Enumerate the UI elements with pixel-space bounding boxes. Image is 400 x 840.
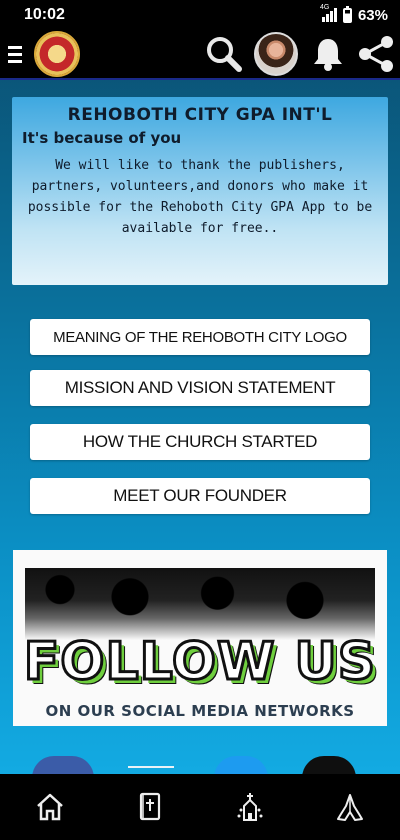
banner-message: We will like to thank the publishers, pa…: [27, 158, 373, 236]
status-time: 10:02: [24, 6, 65, 23]
network-type: 4G: [319, 4, 330, 11]
signal-icon: 4G: [320, 4, 337, 22]
status-bar: 10:02 4G 63%: [0, 0, 400, 30]
church-icon[interactable]: [220, 777, 280, 837]
social-link-button[interactable]: [128, 766, 174, 768]
follow-us-card[interactable]: FOLLOW US ON OUR SOCIAL MEDIA NETWORKS: [13, 550, 387, 726]
mission-vision-button[interactable]: MISSION AND VISION STATEMENT: [30, 370, 370, 406]
praying-hands-icon[interactable]: [320, 777, 380, 837]
follow-us-headline: FOLLOW US: [22, 631, 377, 694]
search-icon[interactable]: [200, 30, 248, 78]
banner-subtitle: It's because of you: [22, 129, 182, 147]
bottom-nav: [0, 774, 400, 840]
share-icon[interactable]: [352, 30, 400, 78]
status-indicators: 4G 63%: [320, 4, 388, 24]
thank-you-banner: REHOBOTH CITY GPA INT'L It's because of …: [12, 97, 388, 285]
logo-meaning-button[interactable]: MEANING OF THE REHOBOTH CITY LOGO: [30, 319, 370, 355]
profile-avatar[interactable]: [254, 32, 298, 76]
church-history-button[interactable]: HOW THE CHURCH STARTED: [30, 424, 370, 460]
home-icon[interactable]: [20, 777, 80, 837]
hamburger-icon[interactable]: [0, 29, 30, 79]
bell-icon[interactable]: [304, 30, 352, 78]
app-bar: [0, 30, 400, 80]
battery-level: 63%: [357, 6, 388, 24]
church-logo[interactable]: [34, 31, 80, 77]
meet-founder-button[interactable]: MEET OUR FOUNDER: [30, 478, 370, 514]
bible-icon[interactable]: [120, 777, 180, 837]
follow-us-subline: ON OUR SOCIAL MEDIA NETWORKS: [45, 702, 355, 720]
paint-splash: [25, 568, 375, 640]
battery-icon: [342, 5, 352, 23]
banner-title: REHOBOTH CITY GPA INT'L: [67, 105, 333, 125]
